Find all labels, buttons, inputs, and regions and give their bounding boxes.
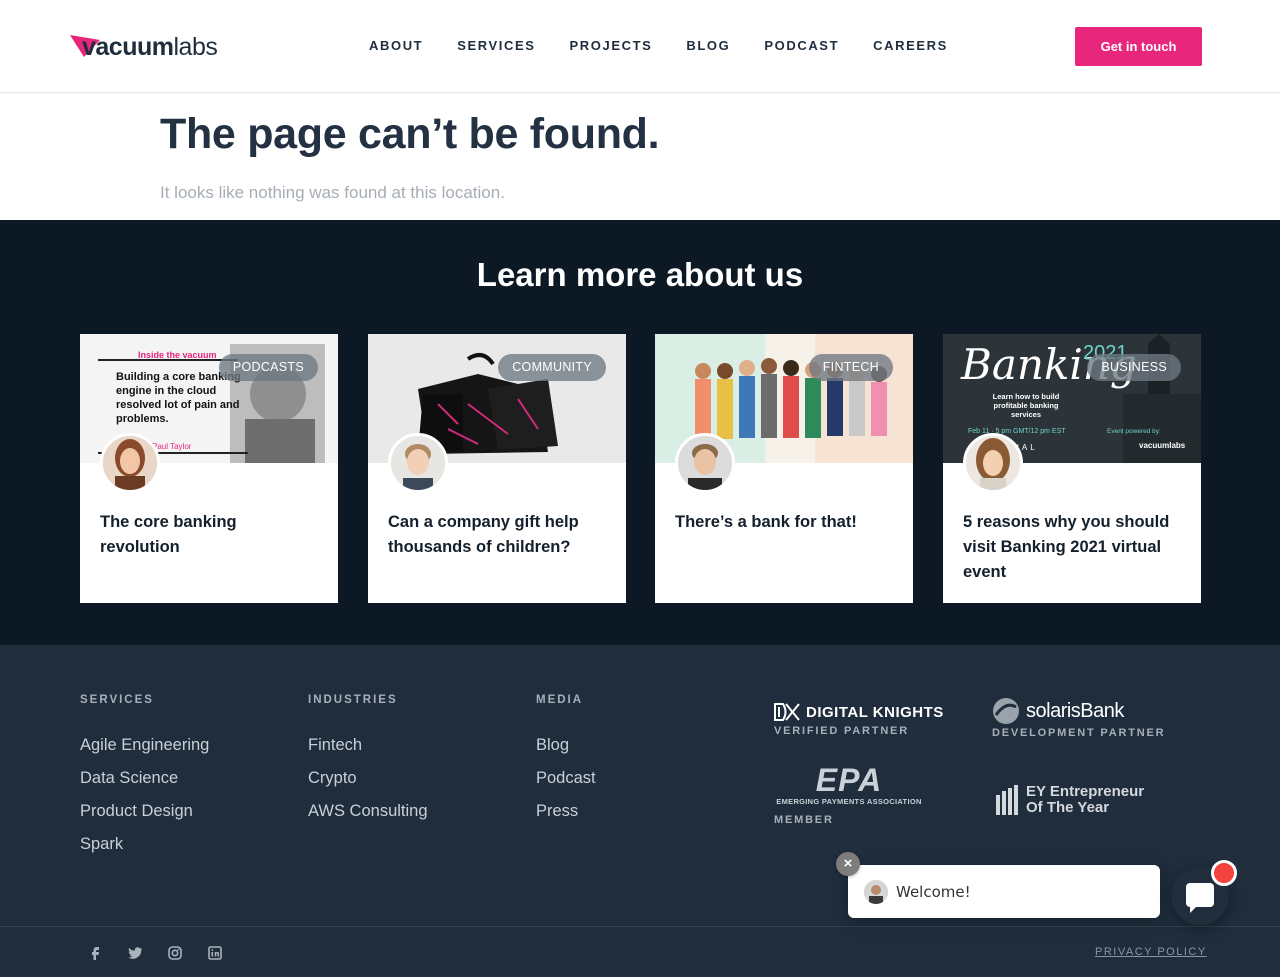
footer-media-column: MEDIA Blog Podcast Press <box>536 694 596 835</box>
card-title[interactable]: There’s a bank for that! <box>675 510 895 535</box>
partner-name: DIGITAL KNIGHTS <box>806 703 944 721</box>
nav-blog[interactable]: BLOG <box>686 38 730 53</box>
partner-role: MEMBER <box>774 814 834 826</box>
partner-role: DEVELOPMENT PARTNER <box>992 727 1166 739</box>
nav-services[interactable]: SERVICES <box>457 38 535 53</box>
partner-role: VERIFIED PARTNER <box>774 725 909 737</box>
partner-epa[interactable]: EPA EMERGING PAYMENTS ASSOCIATION MEMBER <box>774 763 924 826</box>
footer-industries-column: INDUSTRIES Fintech Crypto AWS Consulting <box>308 694 428 835</box>
chat-icon <box>1186 883 1214 913</box>
privacy-policy-link[interactable]: PRIVACY POLICY <box>1095 946 1207 958</box>
article-card[interactable]: FINTECH There’s a bank for that! <box>655 334 913 603</box>
footer-link[interactable]: Press <box>536 802 596 821</box>
nav-podcast[interactable]: PODCAST <box>764 38 839 53</box>
get-in-touch-button[interactable]: Get in touch <box>1075 27 1202 66</box>
image-quote: Building a core banking engine in the cl… <box>116 371 241 425</box>
author-avatar <box>388 433 448 493</box>
image-author: Paul Taylor <box>152 442 192 451</box>
ey-logo-icon <box>996 785 1018 815</box>
image-caption: Inside the vacuum <box>138 350 217 360</box>
nav-projects[interactable]: PROJECTS <box>570 38 653 53</box>
notification-dot <box>1211 860 1237 886</box>
footer-link[interactable]: AWS Consulting <box>308 802 428 821</box>
facebook-icon[interactable] <box>87 944 105 962</box>
chat-welcome-text: Welcome! <box>896 883 971 901</box>
author-avatar <box>100 433 160 493</box>
footer-link[interactable]: Product Design <box>80 802 209 821</box>
partner-solarisbank[interactable]: solarisBank DEVELOPMENT PARTNER <box>992 697 1165 739</box>
logo-text: vacuumlabs <box>82 33 218 61</box>
partner-ey[interactable]: EY Entrepreneur Of The Year <box>994 784 1152 816</box>
footer-services-column: SERVICES Agile Engineering Data Science … <box>80 694 209 868</box>
learn-more-title: Learn more about us <box>476 256 804 293</box>
chat-welcome-bubble[interactable]: Welcome! <box>848 865 1160 918</box>
footer-link[interactable]: Data Science <box>80 769 209 788</box>
category-badge: COMMUNITY <box>498 354 606 381</box>
category-badge: BUSINESS <box>1087 354 1181 381</box>
footer-link[interactable]: Fintech <box>308 736 428 755</box>
card-title[interactable]: The core banking revolution <box>100 510 320 560</box>
close-icon[interactable]: × <box>836 852 860 876</box>
partner-digital-knights[interactable]: DIGITAL KNIGHTS VERIFIED PARTNER <box>774 703 944 737</box>
linkedin-icon[interactable] <box>206 944 224 962</box>
main-nav: ABOUT SERVICES PROJECTS BLOG PODCAST CAR… <box>369 38 982 53</box>
footer-divider <box>0 926 1280 927</box>
category-badge: PODCASTS <box>218 354 318 381</box>
footer-link[interactable]: Crypto <box>308 769 428 788</box>
partner-name: EY Entrepreneur Of The Year <box>1026 783 1145 816</box>
instagram-icon[interactable] <box>166 944 184 962</box>
twitter-icon[interactable] <box>126 944 144 962</box>
chat-agent-avatar <box>864 880 888 904</box>
page-title: The page can’t be found. <box>160 110 660 158</box>
digital-knights-logo-icon <box>774 703 800 721</box>
footer-heading: INDUSTRIES <box>308 694 398 706</box>
author-avatar <box>963 433 1023 493</box>
footer-link[interactable]: Spark <box>80 835 209 854</box>
learn-more-section: Learn more about us Inside the vacuum Bu… <box>0 220 1280 645</box>
card-title[interactable]: 5 reasons why you should visit Banking 2… <box>963 510 1183 585</box>
footer-link[interactable]: Agile Engineering <box>80 736 209 755</box>
card-title[interactable]: Can a company gift help thousands of chi… <box>388 510 608 560</box>
footer-link[interactable]: Podcast <box>536 769 596 788</box>
image-brand: vacuumlabs <box>1139 441 1186 450</box>
nav-careers[interactable]: CAREERS <box>873 38 948 53</box>
footer-link[interactable]: Blog <box>536 736 596 755</box>
partner-name: solarisBank <box>1026 699 1124 722</box>
article-card[interactable]: Inside the vacuum Building a core bankin… <box>80 334 338 603</box>
image-powered-line: Event powered by: <box>1107 428 1161 435</box>
article-card[interactable]: Banking 2021 Learn how to build profitab… <box>943 334 1201 603</box>
site-header: vacuumlabs ABOUT SERVICES PROJECTS BLOG … <box>0 0 1280 93</box>
author-avatar <box>675 433 735 493</box>
vacuumlabs-logo[interactable]: vacuumlabs <box>70 33 218 61</box>
epa-logo: EPA EMERGING PAYMENTS ASSOCIATION <box>774 763 924 806</box>
solarisbank-logo-icon <box>993 698 1019 724</box>
footer-heading: MEDIA <box>536 694 584 706</box>
nav-about[interactable]: ABOUT <box>369 38 423 53</box>
site-footer: SERVICES Agile Engineering Data Science … <box>0 645 1280 977</box>
footer-heading: SERVICES <box>80 694 154 706</box>
page-subtitle: It looks like nothing was found at this … <box>160 183 505 202</box>
partner-subname: EMERGING PAYMENTS ASSOCIATION <box>776 797 922 806</box>
partner-name: EPA <box>815 762 883 798</box>
image-event-line: Learn how to build profitable banking se… <box>992 392 1060 419</box>
article-card[interactable]: COMMUNITY Can a company gift help thousa… <box>368 334 626 603</box>
category-badge: FINTECH <box>808 354 893 381</box>
